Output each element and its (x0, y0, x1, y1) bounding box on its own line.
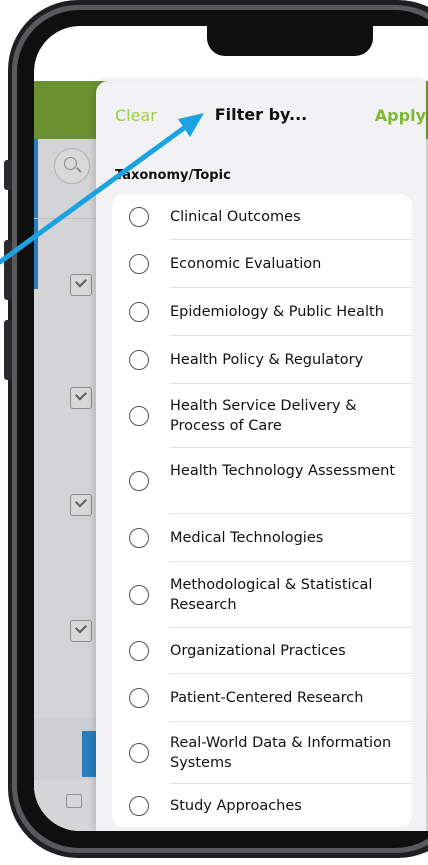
phone-volume-up-button (4, 240, 12, 300)
option-health-technology-assessment[interactable]: Health Technology Assessment (112, 448, 412, 514)
option-label: Health Technology Assessment (170, 463, 396, 479)
option-economic-evaluation[interactable]: Economic Evaluation (112, 240, 412, 288)
option-label: Health Service Delivery & Process of Car… (170, 398, 357, 434)
radio-icon[interactable] (129, 743, 149, 763)
option-label: Epidemiology & Public Health (170, 304, 384, 320)
radio-icon[interactable] (129, 302, 149, 322)
section-label: Taxonomy/Topic (115, 168, 231, 183)
option-label: Real-World Data & Information Systems (170, 735, 392, 771)
option-health-policy-regulatory[interactable]: Health Policy & Regulatory (112, 336, 412, 384)
option-organizational-practices[interactable]: Organizational Practices (112, 628, 412, 674)
option-patient-centered-research[interactable]: Patient-Centered Research (112, 674, 412, 722)
radio-icon[interactable] (129, 796, 149, 816)
radio-icon[interactable] (129, 688, 149, 708)
popover-header: Clear Filter by... Apply (96, 81, 426, 143)
radio-icon[interactable] (129, 641, 149, 661)
phone-volume-down-button (4, 320, 12, 380)
option-health-service-delivery[interactable]: Health Service Delivery & Process of Car… (112, 384, 412, 448)
option-label: Methodological & Statistical Research (170, 577, 373, 613)
option-methodological-statistical-research[interactable]: Methodological & Statistical Research (112, 562, 412, 628)
option-real-world-data[interactable]: Real-World Data & Information Systems (112, 722, 412, 784)
stage: Clear Filter by... Apply Taxonomy/Topic … (0, 0, 428, 865)
radio-icon[interactable] (129, 350, 149, 370)
option-label: Organizational Practices (170, 643, 346, 659)
option-label: Medical Technologies (170, 530, 324, 546)
phone-side-button (4, 160, 12, 190)
option-label: Study Approaches (170, 798, 302, 814)
filter-popover: Clear Filter by... Apply Taxonomy/Topic … (96, 81, 426, 831)
option-medical-technologies[interactable]: Medical Technologies (112, 514, 412, 562)
option-study-approaches[interactable]: Study Approaches (112, 784, 412, 827)
phone-screen: Clear Filter by... Apply Taxonomy/Topic … (34, 26, 428, 831)
option-label: Economic Evaluation (170, 256, 322, 272)
option-label: Health Policy & Regulatory (170, 352, 364, 368)
radio-icon[interactable] (129, 406, 149, 426)
radio-icon[interactable] (129, 528, 149, 548)
option-label: Clinical Outcomes (170, 209, 301, 225)
radio-icon[interactable] (129, 254, 149, 274)
option-epidemiology-public-health[interactable]: Epidemiology & Public Health (112, 288, 412, 336)
apply-button[interactable]: Apply (375, 106, 426, 125)
radio-icon[interactable] (129, 471, 149, 491)
phone-notch (207, 26, 373, 56)
radio-icon[interactable] (129, 207, 149, 227)
options-card: Clinical Outcomes Economic Evaluation Ep… (112, 194, 412, 827)
option-clinical-outcomes[interactable]: Clinical Outcomes (112, 194, 412, 240)
radio-icon[interactable] (129, 585, 149, 605)
option-label: Patient-Centered Research (170, 690, 364, 706)
